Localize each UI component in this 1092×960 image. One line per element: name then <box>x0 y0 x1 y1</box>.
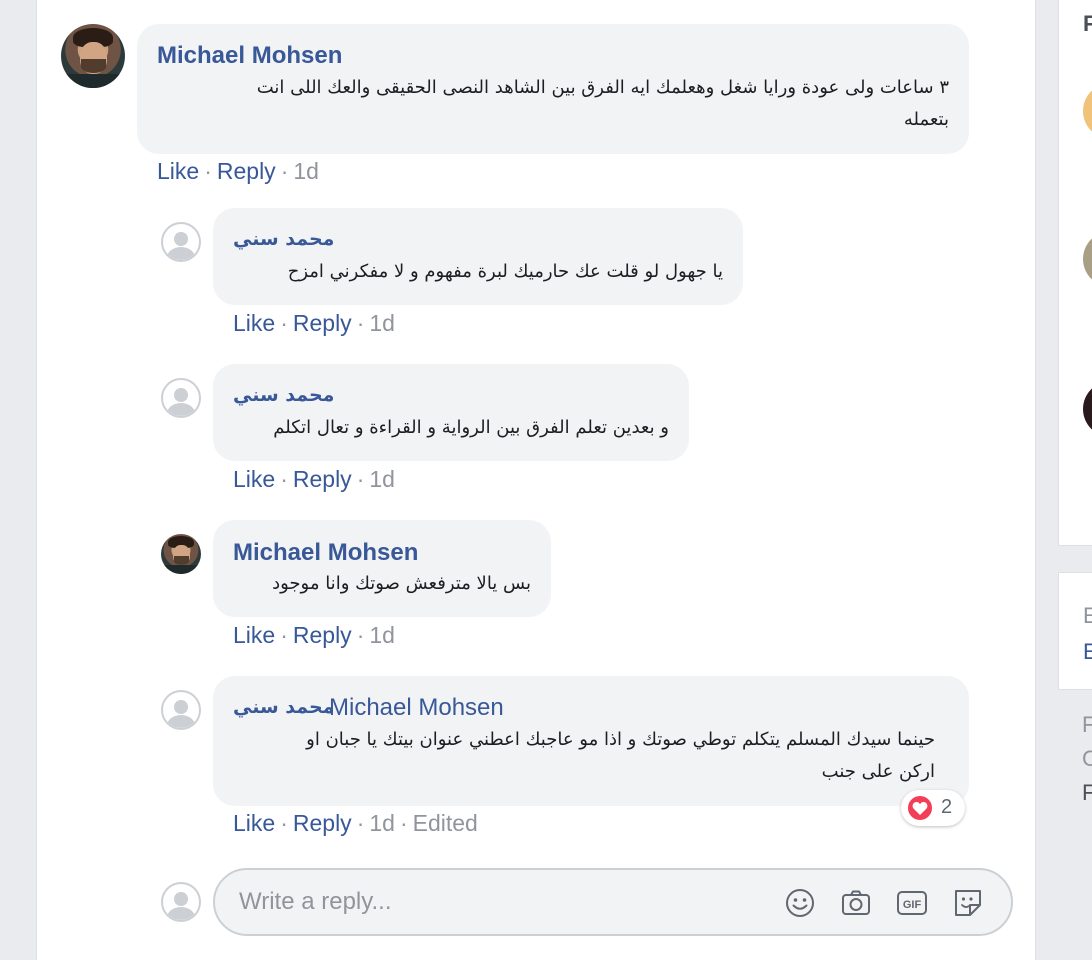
avatar-michael-mohsen[interactable] <box>61 24 125 88</box>
reply-bubble: محمد سني يا جهول لو قلت عك حارميك لبرة م… <box>213 208 743 305</box>
reply-link[interactable]: Reply <box>293 310 352 336</box>
rail-thumbnail[interactable] <box>1083 231 1092 287</box>
comments-panel: Michael Mohsen ٣ ساعات ولى عودة ورايا شغ… <box>36 0 1036 960</box>
rail-link[interactable]: E <box>1083 639 1092 665</box>
rail-footer-text: F <box>1082 780 1092 805</box>
reply-input[interactable] <box>239 884 759 920</box>
comment-timestamp[interactable]: 1d <box>369 466 395 492</box>
like-link[interactable]: Like <box>233 310 275 336</box>
heart-reaction-icon <box>906 794 934 822</box>
like-link[interactable]: Like <box>233 466 275 492</box>
svg-text:GIF: GIF <box>903 899 922 911</box>
comment-timestamp[interactable]: 1d <box>369 810 395 836</box>
comment-author[interactable]: Michael Mohsen <box>233 539 418 567</box>
gif-icon[interactable]: GIF <box>895 886 929 920</box>
comment-text-line: بتعمله <box>903 109 949 130</box>
rail-thumbnail[interactable] <box>1083 381 1092 437</box>
reply-composer[interactable]: GIF <box>213 868 1013 936</box>
comment-timestamp[interactable]: 1d <box>293 158 319 184</box>
like-link[interactable]: Like <box>233 810 275 836</box>
rail-footer-text: C <box>1082 746 1092 771</box>
comment-actions: Like · Reply · 1d <box>233 310 395 336</box>
right-rail-card: E E <box>1058 572 1092 690</box>
comment-text-line: حينما سيدك المسلم يتكلم توطي صوتك و اذا … <box>306 729 935 750</box>
reply-link[interactable]: Reply <box>293 810 352 836</box>
like-link[interactable]: Like <box>157 158 199 184</box>
mention-link[interactable]: Michael Mohsen <box>329 694 504 722</box>
comment-bubble: Michael Mohsen ٣ ساعات ولى عودة ورايا شغ… <box>137 24 969 154</box>
avatar-michael-mohsen[interactable] <box>161 534 201 574</box>
reply-bubble: محمد سني و بعدين تعلم الفرق بين الرواية … <box>213 364 689 461</box>
rail-text: E <box>1083 603 1092 628</box>
emoji-icon[interactable] <box>783 886 817 920</box>
edited-label[interactable]: Edited <box>413 810 478 836</box>
comment-text: يا جهول لو قلت عك حارميك لبرة مفهوم و لا… <box>287 261 723 282</box>
comment-author[interactable]: محمد سني <box>233 384 334 406</box>
comment-timestamp[interactable]: 1d <box>369 622 395 648</box>
comment-text: بس يالا مترفعش صوتك وانا موجود <box>272 573 531 594</box>
comment-text-line: ٣ ساعات ولى عودة ورايا شغل وهعلمك ايه ال… <box>256 77 949 98</box>
rail-footer-text: F <box>1082 712 1092 737</box>
comment-actions: Like · Reply · 1d <box>233 466 395 492</box>
comment-author[interactable]: Michael Mohsen <box>157 42 342 70</box>
reply-link[interactable]: Reply <box>217 158 276 184</box>
right-rail: F E E F C F <box>1058 0 1092 960</box>
comment-actions: Like · Reply · 1d <box>157 158 319 184</box>
like-link[interactable]: Like <box>233 622 275 648</box>
comment-timestamp[interactable]: 1d <box>369 310 395 336</box>
reply-bubble: محمد سني Michael Mohsen حينما سيدك المسل… <box>213 676 969 806</box>
comment-actions: Like · Reply · 1d <box>233 622 395 648</box>
comment-actions: Like · Reply · 1d · Edited <box>233 810 478 836</box>
reply-link[interactable]: Reply <box>293 466 352 492</box>
composer-avatar <box>161 882 201 922</box>
avatar-default[interactable] <box>161 690 201 730</box>
reply-bubble: Michael Mohsen بس يالا مترفعش صوتك وانا … <box>213 520 551 617</box>
sticker-icon[interactable] <box>951 886 985 920</box>
rail-heading: F <box>1083 11 1092 36</box>
avatar-default[interactable] <box>161 378 201 418</box>
camera-icon[interactable] <box>839 886 873 920</box>
reaction-badge[interactable]: 2 <box>901 790 965 826</box>
right-rail-card: F <box>1058 0 1092 546</box>
avatar-default[interactable] <box>161 222 201 262</box>
rail-thumbnail[interactable] <box>1083 83 1092 139</box>
reply-link[interactable]: Reply <box>293 622 352 648</box>
comment-text-line: اركن على جنب <box>821 761 935 782</box>
comment-author[interactable]: محمد سني <box>233 228 334 250</box>
comment-text: و بعدين تعلم الفرق بين الرواية و القراءة… <box>273 417 669 438</box>
reaction-count: 2 <box>941 796 953 818</box>
comment-author[interactable]: محمد سني <box>233 696 334 718</box>
